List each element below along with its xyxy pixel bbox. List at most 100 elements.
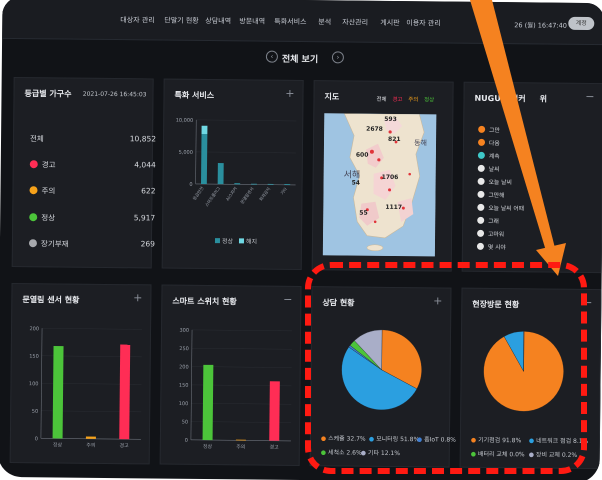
y-tick-label: 200 <box>29 326 39 332</box>
y-tick-label: 150 <box>179 383 189 389</box>
x-tick-label: AI스피커 <box>224 185 239 202</box>
nav-item-visits[interactable]: 방문내역 <box>239 16 265 26</box>
nugu-speaker-panel: NUGU 스피커 위 − 그만 다음 계속 날씨 오늘 날씨 그만해 오늘 날씨 … <box>461 81 602 274</box>
bar <box>202 364 214 441</box>
grade-row-warning[interactable]: 경고 4,044 <box>28 158 156 173</box>
bar <box>269 381 280 441</box>
map-filter-all[interactable]: 전체 <box>376 97 386 103</box>
grade-label: 주의 <box>41 186 56 196</box>
x-tick-label: 경고 <box>120 442 130 449</box>
legend-item-normal: 정상 <box>214 236 233 245</box>
map-filter-warning[interactable]: 경고 <box>392 97 402 103</box>
grade-value: 10,852 <box>129 134 157 144</box>
panel-title: 지도 <box>324 92 340 102</box>
grade-timestamp: 2021-07-26 16:45:03 <box>82 90 147 99</box>
grade-row-long-absence[interactable]: 장기부재 269 <box>27 237 155 252</box>
add-icon[interactable]: + <box>285 87 294 100</box>
rank-bullet-icon <box>477 164 485 172</box>
status-dot-icon <box>29 213 38 222</box>
rank-bullet-icon <box>477 138 486 146</box>
nugu-command: 고마워 <box>488 231 505 239</box>
panel-title-text: NUGU 스피커 <box>474 93 526 104</box>
bar <box>234 183 241 185</box>
x-tick-label: 문열림센서 <box>239 185 256 205</box>
annotation-highlight-box <box>305 262 587 474</box>
rank-bullet-icon <box>477 203 485 211</box>
bar <box>119 344 131 440</box>
nugu-command: 다음 <box>488 140 500 148</box>
x-tick-label: 경고 <box>270 444 280 451</box>
status-dot-icon <box>29 186 38 195</box>
bar <box>250 183 257 185</box>
x-axis-line <box>195 183 296 186</box>
y-tick-label: 50 <box>182 419 188 425</box>
nav-item-device-status[interactable]: 단말기 현황 <box>164 16 199 26</box>
nav-item-analysis[interactable]: 분석 <box>318 17 331 27</box>
add-icon[interactable]: − <box>585 90 594 103</box>
grade-label: 장기부재 <box>40 239 69 249</box>
map-filter-caution[interactable]: 주의 <box>408 97 418 103</box>
panel-title: 문열림 센서 현황 <box>22 295 80 305</box>
nugu-rank-item: 그만 <box>478 125 500 135</box>
nugu-rank-item: 그만해 <box>477 190 505 200</box>
y-tick-label: 250 <box>179 346 189 352</box>
nav-item-board[interactable]: 게시판 <box>380 18 399 28</box>
nav-item-asset-management[interactable]: 자산관리 <box>342 17 368 27</box>
rank-bullet-icon <box>477 229 485 237</box>
add-icon[interactable]: + <box>133 291 142 304</box>
map-count-label: 55 <box>359 209 368 217</box>
panel-title: 등급별 가구수 <box>24 89 72 99</box>
rank-bullet-icon <box>476 242 484 250</box>
smart-switch-chart: 300 250 200 150 100 50 0 정상 주의 경고 <box>179 328 293 451</box>
y-tick-label: 5,000 <box>179 150 193 156</box>
x-tick-label: 응급안전 <box>191 185 205 201</box>
door-sensor-panel: 문열림 센서 현황 + 200 150 100 50 0 정상 주의 경고 <box>9 282 152 465</box>
map-filter-normal[interactable]: 정상 <box>424 97 434 103</box>
nugu-command: 계속 <box>488 153 500 161</box>
grade-row-total[interactable]: 전체 10,852 <box>28 132 156 147</box>
grid-line <box>191 347 292 350</box>
nugu-rank-item: 계속 <box>477 151 500 161</box>
grade-value: 5,917 <box>133 213 156 223</box>
grade-row-normal[interactable]: 정상 5,917 <box>27 211 155 226</box>
y-tick-label: 0 <box>185 438 188 444</box>
y-tick-label: 10,000 <box>176 118 194 124</box>
next-page-button[interactable]: › <box>331 51 344 64</box>
grade-label: 정상 <box>41 213 56 223</box>
status-dot-icon <box>28 239 37 248</box>
nugu-rank-item: 다음 <box>477 138 500 148</box>
nugu-command: 날씨 <box>488 166 500 174</box>
nugu-rank-item: 오늘 날씨 어때 <box>477 203 524 213</box>
special-service-panel: 특화 서비스 + 10,000 5,000 0 응급안전 스마트플러그 AI스피커 문열림센… <box>161 78 304 271</box>
x-tick-label: 주의 <box>236 443 245 450</box>
x-tick-label: 화재감지 <box>257 186 272 203</box>
x-tick-label: 정상 <box>53 441 63 448</box>
nugu-rank-item: 몇 시야 <box>476 242 506 252</box>
rank-bullet-icon <box>477 216 485 224</box>
x-tick-label: 정상 <box>203 443 213 450</box>
map-count-label: 1117 <box>385 203 403 212</box>
page-title: 전체 보기 <box>281 54 319 66</box>
add-icon[interactable]: − <box>283 293 292 306</box>
x-tick-label: 기타 <box>279 186 289 196</box>
door-sensor-chart: 200 150 100 50 0 정상 주의 경고 <box>29 326 143 449</box>
nav-item-target-management[interactable]: 대상자 관리 <box>120 15 155 25</box>
panel-title: NUGU 스피커 위 <box>474 93 547 105</box>
map-count-label: 593 <box>384 115 397 123</box>
current-datetime: 26 (월) 16:47:40 <box>514 21 567 30</box>
nugu-rank-item: 그래 <box>477 216 499 226</box>
y-tick-label: 0 <box>35 436 38 442</box>
grade-row-caution[interactable]: 주의 622 <box>27 184 156 199</box>
nugu-command: 오늘 날씨 <box>488 179 512 187</box>
page-header: ‹ 전체 보기 › <box>2 43 602 73</box>
nav-item-special-services[interactable]: 특화서비스 <box>274 17 306 27</box>
nugu-command: 몇 시야 <box>487 244 506 252</box>
prev-page-button[interactable]: ‹ <box>265 50 278 63</box>
nav-item-consultations[interactable]: 상담내역 <box>205 16 231 26</box>
rank-bullet-icon <box>477 151 485 159</box>
korea-map[interactable]: 서해 동해 593 2678 821 600 54 1706 55 1117 <box>322 113 437 257</box>
nav-item-user-management[interactable]: 이용자 관리 <box>406 18 441 28</box>
panel-title: 스마트 스위치 현황 <box>172 296 237 307</box>
account-button[interactable]: 계정 <box>568 16 595 31</box>
bar <box>217 163 224 185</box>
